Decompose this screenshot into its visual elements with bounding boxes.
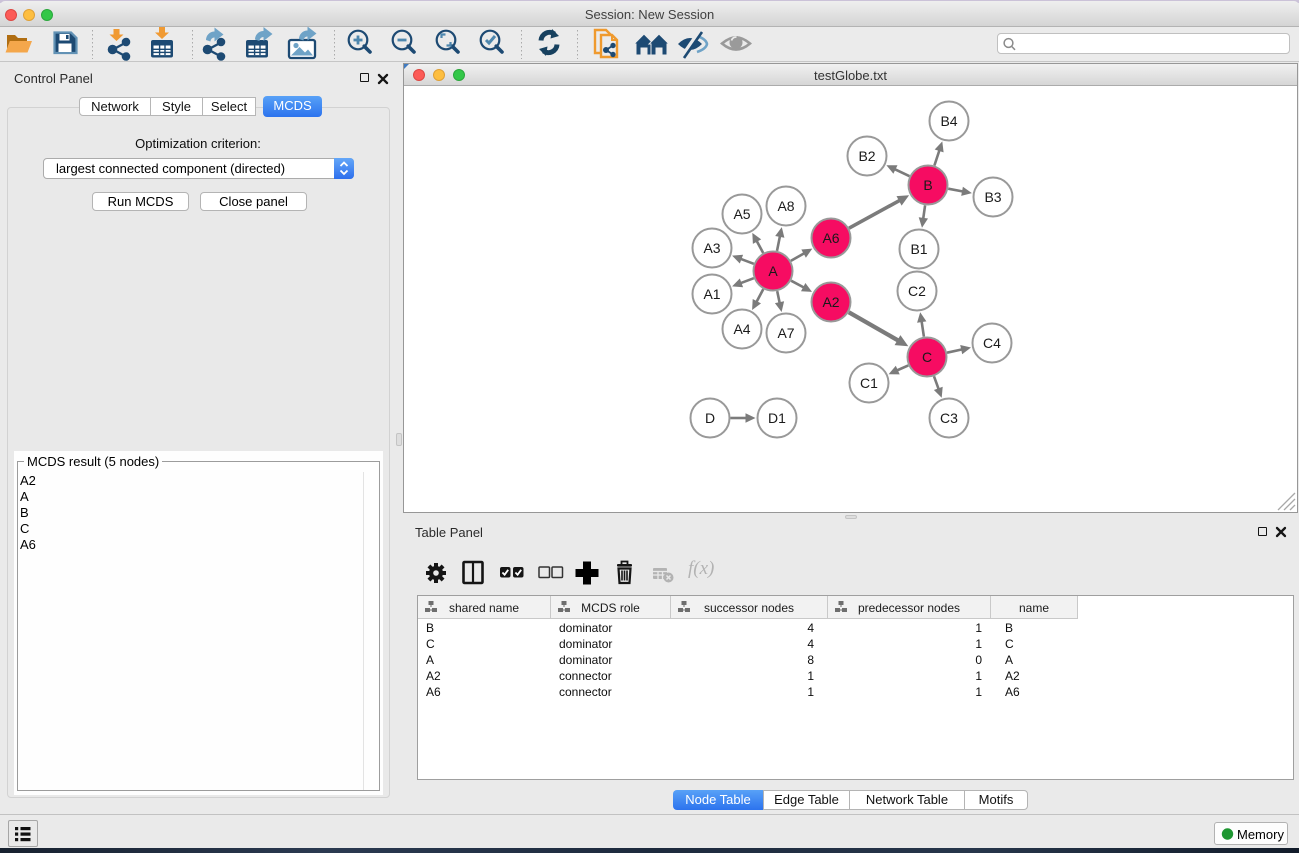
- svg-text:A1: A1: [703, 286, 720, 302]
- svg-text:A5: A5: [733, 206, 750, 222]
- svg-text:B1: B1: [910, 241, 927, 257]
- svg-text:A4: A4: [733, 321, 750, 337]
- svg-text:A: A: [768, 263, 778, 279]
- svg-text:C2: C2: [908, 283, 926, 299]
- svg-text:C4: C4: [983, 335, 1001, 351]
- svg-text:D1: D1: [768, 410, 786, 426]
- svg-text:A8: A8: [777, 198, 794, 214]
- svg-text:B: B: [923, 177, 932, 193]
- svg-text:D: D: [705, 410, 715, 426]
- svg-text:C3: C3: [940, 410, 958, 426]
- svg-text:A3: A3: [703, 240, 720, 256]
- svg-text:B4: B4: [940, 113, 957, 129]
- svg-text:A7: A7: [777, 325, 794, 341]
- svg-text:C1: C1: [860, 375, 878, 391]
- svg-text:B3: B3: [984, 189, 1001, 205]
- svg-text:A6: A6: [822, 230, 839, 246]
- svg-text:C: C: [922, 349, 932, 365]
- svg-text:A2: A2: [822, 294, 839, 310]
- svg-text:B2: B2: [858, 148, 875, 164]
